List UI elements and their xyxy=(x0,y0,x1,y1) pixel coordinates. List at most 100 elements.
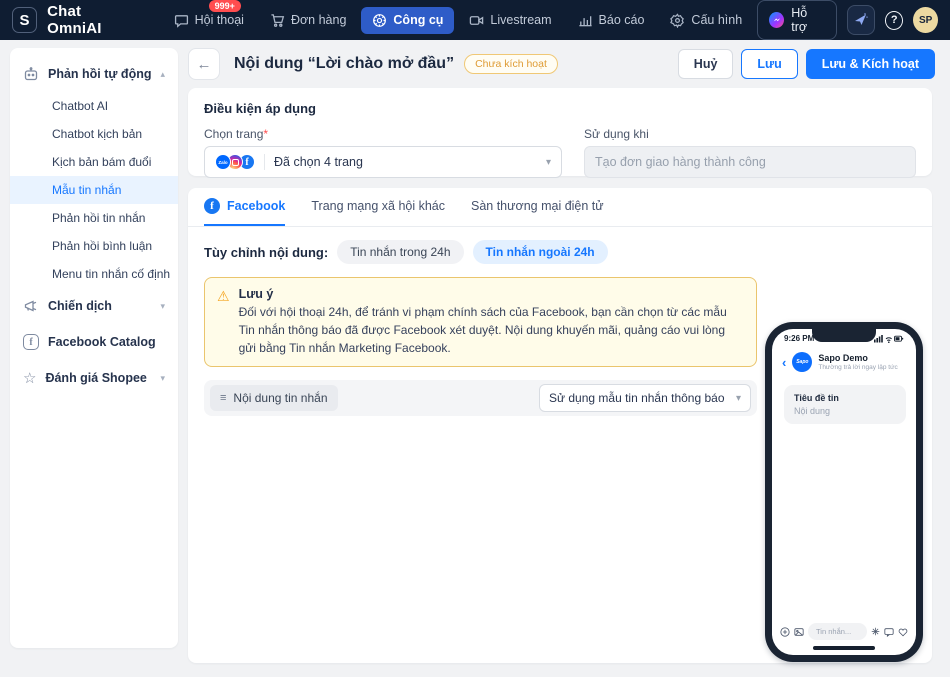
sidebar-item-message-reply[interactable]: Phản hồi tin nhắn xyxy=(10,204,178,232)
phone-message-input[interactable]: Tin nhắn... xyxy=(808,623,867,640)
nav-item-reports[interactable]: Báo cáo xyxy=(567,7,656,34)
help-button[interactable]: ? xyxy=(885,10,904,30)
paper-plane-icon xyxy=(854,13,868,25)
video-camera-icon xyxy=(470,15,484,25)
contact-status: Thường trả lời ngay lập tức xyxy=(818,364,898,371)
megaphone-icon xyxy=(24,300,37,312)
phone-notch xyxy=(812,329,876,342)
phone-chat-header: ‹ Sapo Sapo Demo Thường trả lời ngay lập… xyxy=(772,343,916,379)
sidebar-item-chatbot-script[interactable]: Chatbot kịch bản xyxy=(10,120,178,148)
sidebar-item-chatbot-ai[interactable]: Chatbot AI xyxy=(10,92,178,120)
sidebar-section-label: Facebook Catalog xyxy=(48,335,156,349)
drag-handle-icon: ≡ xyxy=(220,392,227,404)
chevron-left-icon[interactable]: ‹ xyxy=(782,356,786,369)
unread-count-badge: 999+ xyxy=(208,0,241,12)
sidebar-item-follow-script[interactable]: Kịch bản bám đuổi xyxy=(10,148,178,176)
facebook-catalog-icon: f xyxy=(23,334,39,350)
chevron-down-icon: ▾ xyxy=(735,392,741,404)
warning-icon: ⚠ xyxy=(217,288,230,304)
phone-input-bar: Tin nhắn... xyxy=(780,623,908,640)
tab-other-social[interactable]: Trang mạng xã hội khác xyxy=(311,188,445,226)
customize-row: Tùy chỉnh nội dung: Tin nhắn trong 24h T… xyxy=(204,240,916,264)
sidebar-item-message-templates[interactable]: Mẫu tin nhắn xyxy=(10,176,178,204)
pill-within-24h[interactable]: Tin nhắn trong 24h xyxy=(337,240,464,264)
campaign-sender-button[interactable] xyxy=(846,5,876,35)
page-select-value: Đã chọn 4 trang xyxy=(274,155,363,169)
home-indicator[interactable] xyxy=(813,646,875,650)
page-select[interactable]: Zalo f Đã chọn 4 trang ▾ xyxy=(204,146,562,178)
message-content-chip[interactable]: ≡ Nội dung tin nhắn xyxy=(210,385,338,411)
facebook-icon: f xyxy=(204,198,220,214)
chevron-down-icon: ▾ xyxy=(545,156,551,168)
heart-icon[interactable] xyxy=(898,627,908,637)
sidebar-item-comment-reply[interactable]: Phản hồi bình luận xyxy=(10,232,178,260)
status-icons xyxy=(874,335,904,343)
tab-label: Facebook xyxy=(227,199,286,213)
tab-ecommerce[interactable]: Sàn thương mại điện tử xyxy=(471,188,604,226)
app-title: Chat OmniAI xyxy=(47,3,102,37)
nav-item-tools[interactable]: Công cụ xyxy=(361,6,455,34)
star-icon: ☆ xyxy=(23,369,37,387)
messenger-icon xyxy=(769,12,785,28)
message-content-row: ≡ Nội dung tin nhắn Sử dụng mẫu tin nhắn… xyxy=(204,380,757,416)
sticker-icon[interactable] xyxy=(871,627,880,636)
chat-bubble-icon xyxy=(174,14,188,28)
sidebar-section-label: Chiến dịch xyxy=(48,299,112,313)
channel-icons: Zalo f xyxy=(215,154,255,170)
chevron-down-icon: ▾ xyxy=(160,372,165,383)
conditions-card: Điều kiện áp dụng Chọn trang* Zalo f Đã … xyxy=(188,88,932,178)
message-chip-label: Nội dung tin nhắn xyxy=(233,391,328,405)
sapo-logo-icon[interactable]: S xyxy=(12,7,38,33)
divider xyxy=(264,154,265,170)
top-navbar: S Chat OmniAI Hội thoại 999+ Đơn hàng Cô… xyxy=(0,0,950,40)
page-select-label: Chọn trang* xyxy=(204,127,269,141)
robot-icon xyxy=(24,67,38,81)
user-avatar[interactable]: SP xyxy=(913,7,939,33)
brand: S Chat OmniAI xyxy=(12,3,137,37)
chevron-up-icon: ▴ xyxy=(160,68,165,79)
pill-outside-24h[interactable]: Tin nhắn ngoài 24h xyxy=(472,240,608,264)
sidebar-section-campaigns[interactable]: Chiến dịch ▾ xyxy=(10,288,178,324)
photo-icon[interactable] xyxy=(794,627,804,637)
sidebar-section-facebook-catalog[interactable]: f Facebook Catalog xyxy=(10,324,178,360)
sidebar: Phản hồi tự động ▴ Chatbot AI Chatbot kị… xyxy=(10,48,178,648)
cancel-button[interactable]: Huỷ xyxy=(677,49,734,79)
nav-item-label: Công cụ xyxy=(393,13,444,27)
sidebar-section-label: Phản hồi tự động xyxy=(48,67,152,81)
cart-icon xyxy=(271,13,285,27)
tab-label: Sàn thương mại điện tử xyxy=(471,199,604,213)
sidebar-item-persistent-menu[interactable]: Menu tin nhắn cố định xyxy=(10,260,178,288)
phone-time: 9:26 PM xyxy=(784,334,815,343)
save-activate-button[interactable]: Lưu & Kích hoạt xyxy=(805,49,935,79)
back-button[interactable]: ← xyxy=(188,48,220,80)
nav-item-settings[interactable]: Cấu hình xyxy=(659,7,753,34)
sidebar-section-auto-reply[interactable]: Phản hồi tự động ▴ xyxy=(10,56,178,92)
tab-label: Trang mạng xã hội khác xyxy=(311,199,445,213)
zalo-icon: Zalo xyxy=(215,154,231,170)
nav-item-orders[interactable]: Đơn hàng xyxy=(259,7,357,34)
status-badge: Chưa kích hoạt xyxy=(464,54,558,74)
template-type-select[interactable]: Sử dụng mẫu tin nhắn thông báo ▾ xyxy=(539,384,751,412)
warning-banner: ⚠ Lưu ý Đối với hội thoại 24h, để tránh … xyxy=(204,277,757,367)
save-button[interactable]: Lưu xyxy=(741,49,798,79)
nav-item-livestream[interactable]: Livestream xyxy=(458,7,562,34)
tab-facebook[interactable]: f Facebook xyxy=(204,188,286,226)
support-button[interactable]: Hỗ trợ xyxy=(757,0,837,40)
chevron-down-icon: ▾ xyxy=(160,300,165,311)
comment-icon[interactable] xyxy=(884,627,894,637)
nav-item-conversations[interactable]: Hội thoại 999+ xyxy=(163,0,255,34)
header-actions: Huỷ Lưu Lưu & Kích hoạt xyxy=(677,49,935,79)
content-card: f Facebook Trang mạng xã hội khác Sàn th… xyxy=(188,188,932,663)
navbar-right: Hỗ trợ ? SP xyxy=(757,0,939,40)
nav-item-label: Báo cáo xyxy=(598,13,645,27)
message-body: Nội dung xyxy=(794,406,831,416)
sidebar-section-shopee-reviews[interactable]: ☆ Đánh giá Shopee ▾ xyxy=(10,360,178,396)
sapo-avatar: Sapo xyxy=(792,352,813,372)
message-preview-card: Tiêu đề tin Nội dung xyxy=(784,385,906,424)
nav-item-label: Cấu hình xyxy=(691,13,743,27)
channel-tabs: f Facebook Trang mạng xã hội khác Sàn th… xyxy=(188,188,932,227)
message-title: Tiêu đề tin xyxy=(794,393,839,403)
page-title: Nội dung “Lời chào mở đầu” xyxy=(234,55,455,72)
support-label: Hỗ trợ xyxy=(791,6,808,34)
plus-circle-icon[interactable] xyxy=(780,626,790,637)
